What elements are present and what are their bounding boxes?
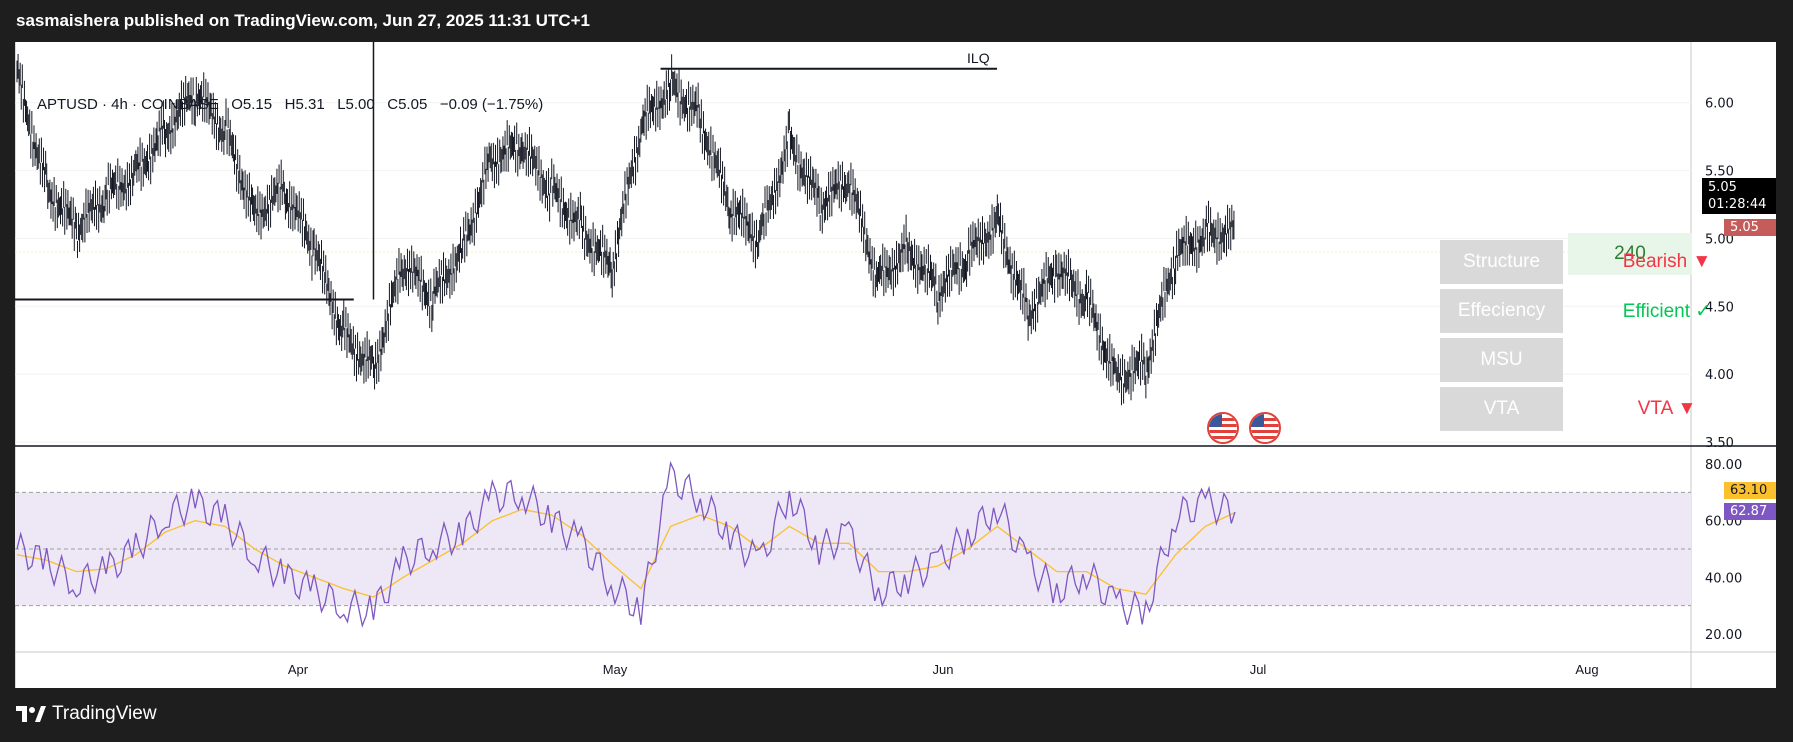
open-value: 5.15 (242, 96, 273, 113)
msu-row: MSU (1440, 338, 1780, 382)
rsi-tick-label: 80.00 (1705, 458, 1742, 473)
time-tick-label: May (603, 662, 628, 677)
msu-status (1577, 338, 1757, 382)
vta-label: VTA (1440, 387, 1563, 431)
close-value: 5.05 (398, 96, 428, 113)
efficiency-status: Efficient ✓ (1622, 300, 1712, 322)
rsi-tick-label: 20.00 (1705, 628, 1742, 643)
low-label: L (337, 96, 346, 113)
secondary-price-tag: 5.05 (1724, 219, 1776, 236)
rsi-tick-label: 40.00 (1705, 571, 1742, 586)
time-tick-label: Aug (1575, 662, 1598, 677)
footer-bar: TradingView (0, 688, 1793, 742)
close-label: C (387, 96, 399, 113)
time-tick-label: Jul (1250, 662, 1267, 677)
high-value: 5.31 (295, 96, 325, 113)
header-bar: sasmaishera published on TradingView.com… (0, 0, 1793, 42)
brand-name: TradingView (52, 703, 157, 724)
vta-status: VTA ▼ (1637, 398, 1697, 419)
ohlc-legend: APTUSD · 4h · COINBASE O5.15 H5.31 L5.00… (37, 96, 543, 113)
time-tick-label: Jun (933, 662, 954, 677)
symbol-label: APTUSD · 4h · COINBASE (37, 96, 219, 113)
low-value: 5.00 (345, 96, 375, 113)
us-flag-icon[interactable] (1207, 412, 1239, 444)
efficiency-row: Effeciency Efficient ✓ (1440, 289, 1780, 333)
last-price-tag: 5.05 01:28:44 (1702, 178, 1776, 214)
us-flag-icon[interactable] (1249, 412, 1281, 444)
time-tick-labels: Apr May Jun Jul Aug (288, 662, 1599, 677)
annotations: ILQ (660, 50, 998, 70)
structure-label: Structure (1440, 240, 1563, 284)
countdown-value: 01:28:44 (1708, 197, 1767, 212)
msu-label: MSU (1440, 338, 1563, 382)
tradingview-logo-icon (16, 706, 46, 722)
high-label: H (284, 96, 296, 113)
open-label: O (231, 96, 243, 113)
vta-row: VTA VTA ▼ (1440, 387, 1780, 431)
chart-frame[interactable]: 6.00 5.50 5.00 4.50 4.00 3.50 80.00 60.00 40.00… (15, 42, 1776, 688)
structure-status: Bearish ▼ (1622, 251, 1712, 272)
ilq-label: ILQ (967, 50, 990, 66)
price-tick-label: 3.50 (1705, 436, 1734, 451)
time-tick-label: Apr (288, 662, 309, 677)
tradingview-logo[interactable]: TradingView (16, 703, 157, 725)
efficiency-label: Effeciency (1440, 289, 1563, 333)
price-tick-label: 6.00 (1705, 97, 1734, 112)
change-value: −0.09 (−1.75%) (439, 96, 544, 113)
rsi-ma-value-tag: 62.87 (1724, 503, 1776, 520)
last-price-value: 5.05 (1708, 180, 1737, 195)
rsi-value-tag: 63.10 (1724, 482, 1776, 499)
published-text: sasmaishera published on TradingView.com… (16, 11, 590, 30)
structure-row: Structure Bearish ▼ (1440, 240, 1780, 284)
